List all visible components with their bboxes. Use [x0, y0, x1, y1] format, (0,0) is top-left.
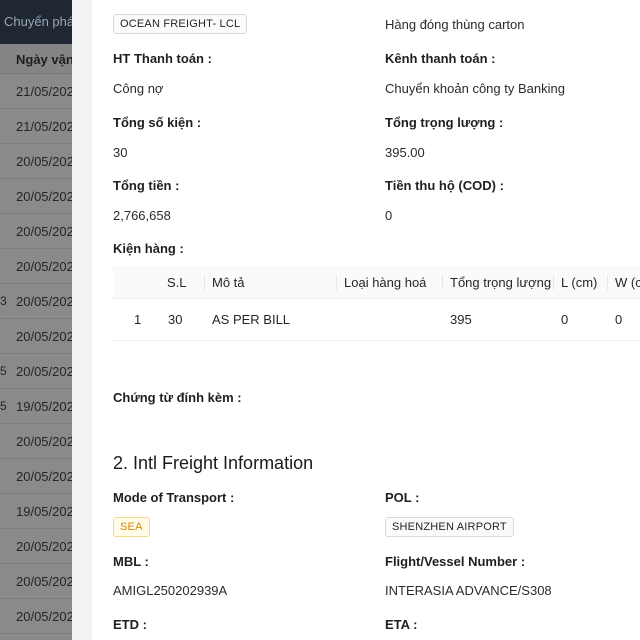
total-amount-value: 2,766,658: [113, 208, 171, 223]
cargo-table: S.L Mô tả Loại hàng hoá Tổng trọng lượng…: [113, 266, 640, 341]
cargo-table-header: S.L Mô tả Loại hàng hoá Tổng trọng lượng…: [113, 266, 640, 299]
background-list-row: 20/05/202: [0, 319, 72, 354]
background-row-edge-text: 5: [0, 399, 7, 413]
background-row-date: 19/05/202: [16, 504, 72, 519]
row-width: 0: [615, 312, 623, 327]
background-list-row: 20/05/202: [0, 564, 72, 599]
background-list-row: 20/05/202: [0, 214, 72, 249]
row-qty: 30: [168, 312, 183, 327]
modal-content: OCEAN FREIGHT- LCL Hàng đóng thùng carto…: [113, 0, 640, 640]
payment-channel-value: Chuyển khoản công ty Banking: [385, 81, 565, 96]
mode-of-transport-label: Mode of Transport :: [113, 490, 235, 505]
payment-channel-label: Kênh thanh toán :: [385, 51, 496, 66]
vessel-number-label: Flight/Vessel Number :: [385, 554, 526, 569]
total-packages-label: Tổng số kiện :: [113, 115, 202, 130]
total-amount-label: Tổng tiền :: [113, 178, 180, 193]
background-list-row: 20/05/202: [0, 424, 72, 459]
shipment-detail-modal: OCEAN FREIGHT- LCL Hàng đóng thùng carto…: [72, 0, 640, 640]
background-row-date: 20/05/202: [16, 364, 72, 379]
background-list-row: 20/05/202: [0, 459, 72, 494]
background-row-date: 20/05/202: [16, 574, 72, 589]
header-qty: S.L: [167, 274, 187, 290]
background-row-date: 21/05/202: [16, 84, 72, 99]
payment-method-label: HT Thanh toán :: [113, 51, 212, 66]
background-header-title: Chuyển phá: [0, 0, 72, 44]
background-list-row: 20/05/202: [0, 249, 72, 284]
header-description: Mô tả: [212, 274, 245, 290]
mode-of-transport-tag: SEA: [113, 517, 150, 537]
background-list-row: 5 19/05/202: [0, 389, 72, 424]
vessel-number-value: INTERASIA ADVANCE/S308: [385, 583, 552, 598]
background-row-date: 20/05/202: [16, 294, 72, 309]
background-list-row: 20/05/202: [0, 144, 72, 179]
background-row-date: 20/05/202: [16, 539, 72, 554]
mbl-value: AMIGL250202939A: [113, 583, 228, 598]
background-row-date: 20/05/202: [16, 434, 72, 449]
background-list-row: 20/05/202: [0, 179, 72, 214]
background-row-date: 20/05/202: [16, 154, 72, 169]
background-row-date: 20/05/202: [16, 329, 72, 344]
pol-label: POL :: [385, 490, 420, 505]
background-list-row: 21/05/202: [0, 109, 72, 144]
table-row: 1 30 AS PER BILL 395 0 0: [113, 299, 640, 341]
cod-label: Tiền thu hộ (COD) :: [385, 178, 504, 193]
background-row-date: 19/05/202: [16, 399, 72, 414]
row-total-weight: 395: [450, 312, 472, 327]
cargo-label: Kiện hàng :: [113, 241, 184, 256]
eta-label: ETA :: [385, 617, 418, 632]
attachments-label: Chứng từ đính kèm :: [113, 390, 242, 405]
background-shipment-list: Chuyển phá Ngày vận 21/05/202 21/05/202 20…: [0, 0, 72, 640]
payment-method-value: Công nợ: [113, 81, 164, 96]
header-goods-type: Loại hàng hoá: [344, 274, 427, 290]
header-total-weight: Tổng trọng lượng: [450, 274, 552, 290]
modal-left-gutter: [72, 0, 92, 640]
background-row-edge-text: 5: [0, 364, 7, 378]
background-row-date: 21/05/202: [16, 119, 72, 134]
row-index: 1: [134, 312, 142, 327]
etd-label: ETD :: [113, 617, 147, 632]
background-list-row: 20/05/202: [0, 529, 72, 564]
background-row-date: 20/05/202: [16, 469, 72, 484]
packaging-value: Hàng đóng thùng carton: [385, 17, 525, 32]
background-row-date: 20/05/202: [16, 259, 72, 274]
background-column-header-date: Ngày vận: [0, 44, 72, 74]
background-row-date: 20/05/202: [16, 189, 72, 204]
background-row-edge-text: 3: [0, 294, 7, 308]
header-width: W (c: [615, 274, 640, 290]
background-list-row: 21/05/202: [0, 74, 72, 109]
mbl-label: MBL :: [113, 554, 149, 569]
cod-value: 0: [385, 208, 393, 223]
total-weight-value: 395.00: [385, 145, 425, 160]
row-length: 0: [561, 312, 569, 327]
background-row-date: 20/05/202: [16, 609, 72, 624]
service-type-tag: OCEAN FREIGHT- LCL: [113, 14, 248, 34]
background-list-row: 3 20/05/202: [0, 284, 72, 319]
total-packages-value: 30: [113, 145, 128, 160]
header-length: L (cm): [561, 274, 598, 290]
background-list-row: 5 20/05/202: [0, 354, 72, 389]
background-list-row: 20/05/202: [0, 599, 72, 634]
intl-freight-section-title: 2. Intl Freight Information: [113, 453, 314, 473]
total-weight-label: Tổng trọng lượng :: [385, 115, 504, 130]
background-list-row: 19/05/202: [0, 494, 72, 529]
row-description: AS PER BILL: [212, 312, 291, 327]
pol-tag: SHENZHEN AIRPORT: [385, 517, 514, 537]
background-row-date: 20/05/202: [16, 224, 72, 239]
